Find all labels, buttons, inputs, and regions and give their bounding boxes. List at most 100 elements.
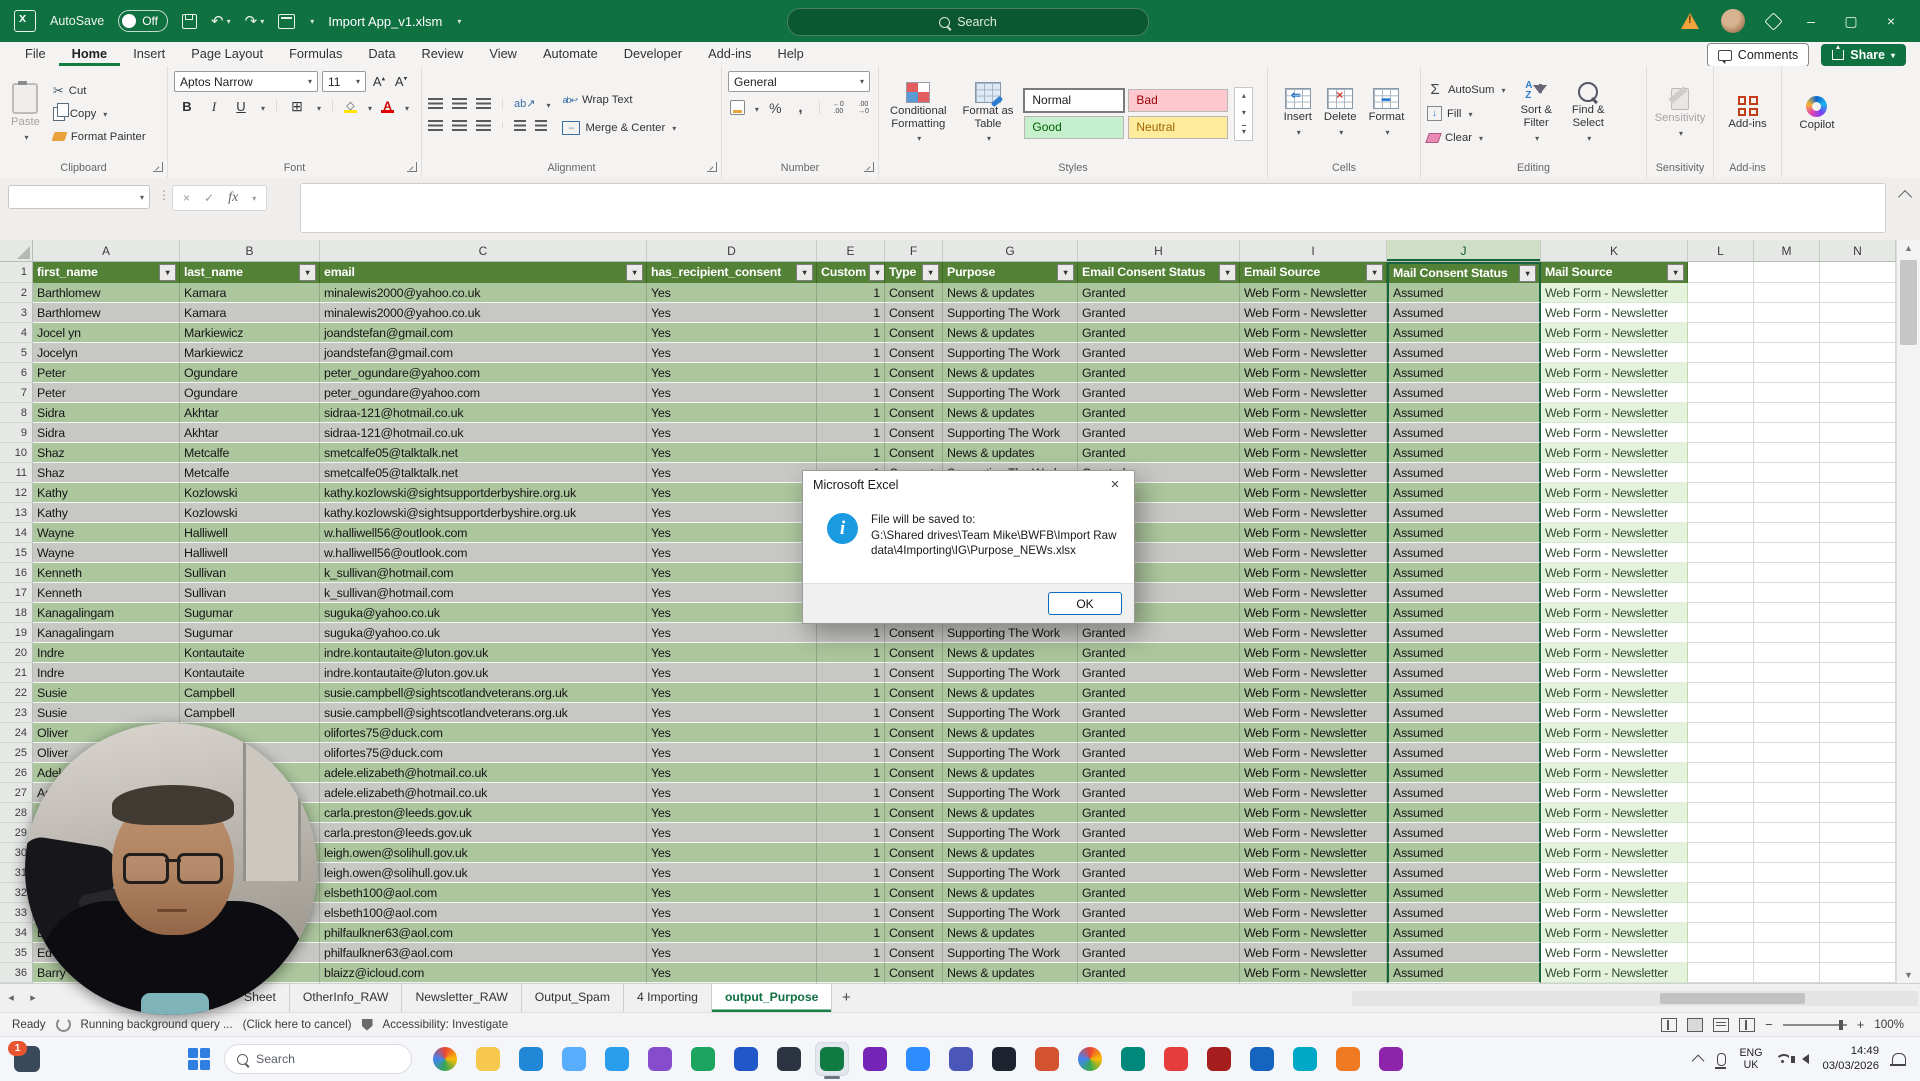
filter-icon[interactable] xyxy=(1219,264,1236,281)
cell-M34[interactable] xyxy=(1754,923,1820,943)
paste-button[interactable]: Paste xyxy=(6,83,45,144)
cell-F33[interactable]: Consent xyxy=(885,903,943,923)
ribbon-tab-formulas[interactable]: Formulas xyxy=(276,42,355,66)
avatar[interactable] xyxy=(1721,9,1745,33)
header-cell-N[interactable] xyxy=(1820,262,1896,283)
cell-D32[interactable]: Yes xyxy=(647,883,817,903)
cell-I2[interactable]: Web Form - Newsletter xyxy=(1240,283,1387,303)
cell-F9[interactable]: Consent xyxy=(885,423,943,443)
cell-M17[interactable] xyxy=(1754,583,1820,603)
cell-J22[interactable]: Assumed xyxy=(1387,683,1541,703)
cell-H28[interactable]: Granted xyxy=(1078,803,1240,823)
cell-J11[interactable]: Assumed xyxy=(1387,463,1541,483)
cell-J24[interactable]: Assumed xyxy=(1387,723,1541,743)
cell-E3[interactable]: 1 xyxy=(817,303,885,323)
cell-G30[interactable]: News & updates xyxy=(943,843,1078,863)
cell-J14[interactable]: Assumed xyxy=(1387,523,1541,543)
cell-E4[interactable]: 1 xyxy=(817,323,885,343)
cell-M3[interactable] xyxy=(1754,303,1820,323)
cell-B12[interactable]: Kozlowski xyxy=(180,483,320,503)
cell-M6[interactable] xyxy=(1754,363,1820,383)
cell-F23[interactable]: Consent xyxy=(885,703,943,723)
cell-D14[interactable]: Yes xyxy=(647,523,817,543)
align-top-icon[interactable] xyxy=(428,98,443,109)
status-query-cancel[interactable]: (Click here to cancel) xyxy=(243,1018,352,1031)
enter-icon[interactable]: ✓ xyxy=(204,191,214,205)
fill-button[interactable]: ↓Fill xyxy=(1427,104,1505,124)
cell-D3[interactable]: Yes xyxy=(647,303,817,323)
cell-K5[interactable]: Web Form - Newsletter xyxy=(1541,343,1688,363)
word-taskbar-icon[interactable] xyxy=(729,1042,763,1076)
cell-N20[interactable] xyxy=(1820,643,1896,663)
cell-J23[interactable]: Assumed xyxy=(1387,703,1541,723)
cell-N23[interactable] xyxy=(1820,703,1896,723)
dialog-launcher-icon[interactable] xyxy=(707,162,717,172)
cell-L22[interactable] xyxy=(1688,683,1754,703)
format-cells-button[interactable]: Format xyxy=(1364,88,1410,139)
cell-N35[interactable] xyxy=(1820,943,1896,963)
cell-C19[interactable]: suguka@yahoo.co.uk xyxy=(320,623,647,643)
cell-K10[interactable]: Web Form - Newsletter xyxy=(1541,443,1688,463)
cell-L6[interactable] xyxy=(1688,363,1754,383)
cell-G20[interactable]: News & updates xyxy=(943,643,1078,663)
restore-button[interactable]: ▢ xyxy=(1842,13,1860,30)
cell-G29[interactable]: Supporting The Work xyxy=(943,823,1078,843)
cell-J7[interactable]: Assumed xyxy=(1387,383,1541,403)
cell-H36[interactable]: Granted xyxy=(1078,963,1240,983)
cell-E23[interactable]: 1 xyxy=(817,703,885,723)
cell-J21[interactable]: Assumed xyxy=(1387,663,1541,683)
cell-D11[interactable]: Yes xyxy=(647,463,817,483)
cell-K22[interactable]: Web Form - Newsletter xyxy=(1541,683,1688,703)
cell-I10[interactable]: Web Form - Newsletter xyxy=(1240,443,1387,463)
align-right-icon[interactable] xyxy=(476,120,491,131)
bold-button[interactable]: B xyxy=(178,99,196,114)
cell-L3[interactable] xyxy=(1688,303,1754,323)
cell-A7[interactable]: Peter xyxy=(33,383,180,403)
header-cell-L[interactable] xyxy=(1688,262,1754,283)
header-cell-email[interactable]: email xyxy=(320,262,647,283)
cell-L29[interactable] xyxy=(1688,823,1754,843)
cell-N14[interactable] xyxy=(1820,523,1896,543)
cell-B2[interactable]: Kamara xyxy=(180,283,320,303)
app-blue-taskbar-icon[interactable] xyxy=(1245,1042,1279,1076)
cell-J19[interactable]: Assumed xyxy=(1387,623,1541,643)
cell-L30[interactable] xyxy=(1688,843,1754,863)
cell-N33[interactable] xyxy=(1820,903,1896,923)
cell-M8[interactable] xyxy=(1754,403,1820,423)
photos-taskbar-icon[interactable] xyxy=(557,1042,591,1076)
cell-C36[interactable]: blaizz@icloud.com xyxy=(320,963,647,983)
zoom-taskbar-icon[interactable] xyxy=(901,1042,935,1076)
cell-I7[interactable]: Web Form - Newsletter xyxy=(1240,383,1387,403)
cell-L25[interactable] xyxy=(1688,743,1754,763)
cell-M26[interactable] xyxy=(1754,763,1820,783)
cell-D15[interactable]: Yes xyxy=(647,543,817,563)
cell-J33[interactable]: Assumed xyxy=(1387,903,1541,923)
cell-I31[interactable]: Web Form - Newsletter xyxy=(1240,863,1387,883)
cell-N19[interactable] xyxy=(1820,623,1896,643)
cell-D9[interactable]: Yes xyxy=(647,423,817,443)
zoom-in-icon[interactable]: + xyxy=(1857,1017,1865,1032)
cell-M35[interactable] xyxy=(1754,943,1820,963)
format-painter-button[interactable]: Format Painter xyxy=(53,127,146,147)
gallery-scroll[interactable]: ▴▾▾ xyxy=(1234,87,1253,141)
cell-J26[interactable]: Assumed xyxy=(1387,763,1541,783)
cell-M27[interactable] xyxy=(1754,783,1820,803)
ok-button[interactable]: OK xyxy=(1048,592,1122,615)
cell-L28[interactable] xyxy=(1688,803,1754,823)
cell-I32[interactable]: Web Form - Newsletter xyxy=(1240,883,1387,903)
cell-G32[interactable]: News & updates xyxy=(943,883,1078,903)
cell-I20[interactable]: Web Form - Newsletter xyxy=(1240,643,1387,663)
cell-L13[interactable] xyxy=(1688,503,1754,523)
cell-K7[interactable]: Web Form - Newsletter xyxy=(1541,383,1688,403)
cell-H24[interactable]: Granted xyxy=(1078,723,1240,743)
cell-A4[interactable]: Jocel yn xyxy=(33,323,180,343)
header-cell-purpose[interactable]: Purpose xyxy=(943,262,1078,283)
cell-J30[interactable]: Assumed xyxy=(1387,843,1541,863)
accounting-format-icon[interactable] xyxy=(730,100,745,115)
cell-N27[interactable] xyxy=(1820,783,1896,803)
copilot-taskbar-icon[interactable] xyxy=(428,1042,462,1076)
cell-M33[interactable] xyxy=(1754,903,1820,923)
format-as-table-button[interactable]: Format as Table xyxy=(958,82,1019,146)
cell-D33[interactable]: Yes xyxy=(647,903,817,923)
cell-K6[interactable]: Web Form - Newsletter xyxy=(1541,363,1688,383)
